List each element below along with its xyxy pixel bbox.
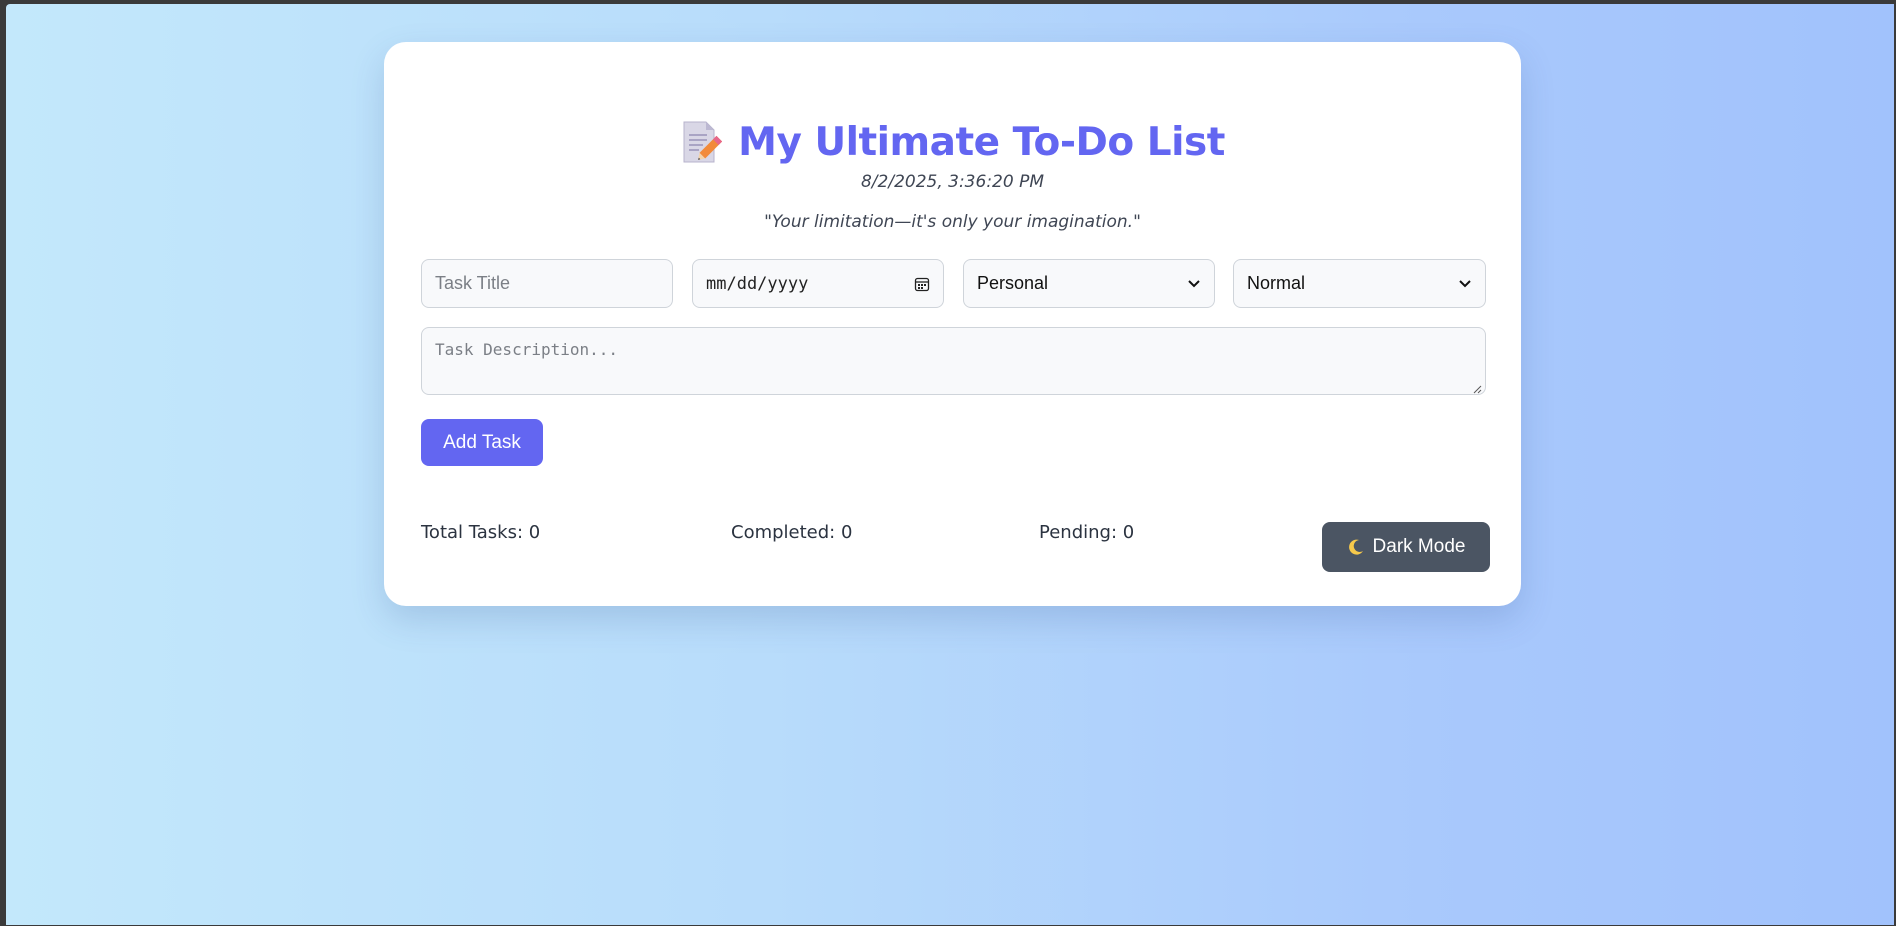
page-title: My Ultimate To-Do List [384, 112, 1521, 172]
task-description-placeholder: Task Description... [435, 340, 619, 359]
resize-handle-icon[interactable] [1472, 381, 1482, 394]
task-title-placeholder: Task Title [435, 273, 511, 293]
motivational-quote: "Your limitation—it's only your imaginat… [764, 212, 1141, 232]
total-tasks-count: Total Tasks: 0 [421, 522, 541, 543]
page-background: My Ultimate To-Do List 8/2/2025, 3:36:20… [6, 4, 1894, 925]
moon-icon [1347, 538, 1365, 556]
calendar-icon[interactable] [914, 276, 930, 292]
priority-selected-value: Normal [1247, 273, 1306, 293]
priority-select[interactable]: Normal [1233, 259, 1486, 308]
pending-tasks-count: Pending: 0 [1039, 522, 1135, 543]
task-description-textarea[interactable]: Task Description... [421, 327, 1486, 395]
dark-mode-button[interactable]: Dark Mode [1322, 522, 1490, 572]
dark-mode-label: Dark Mode [1372, 536, 1466, 557]
due-date-input[interactable]: mm/dd/yyyy [692, 259, 944, 308]
chevron-down-icon [1187, 279, 1201, 289]
app-title: My Ultimate To-Do List [738, 119, 1225, 165]
completed-tasks-count: Completed: 0 [731, 522, 853, 543]
due-date-placeholder: mm/dd/yyyy [706, 273, 809, 294]
memo-pencil-icon [680, 120, 723, 164]
add-task-button[interactable]: Add Task [421, 419, 543, 466]
chevron-down-icon [1458, 279, 1472, 289]
current-datetime: 8/2/2025, 3:36:20 PM [860, 172, 1044, 192]
todo-card: My Ultimate To-Do List 8/2/2025, 3:36:20… [384, 42, 1521, 606]
task-title-input[interactable]: Task Title [421, 259, 673, 308]
category-select[interactable]: Personal [963, 259, 1215, 308]
category-selected-value: Personal [977, 273, 1049, 293]
